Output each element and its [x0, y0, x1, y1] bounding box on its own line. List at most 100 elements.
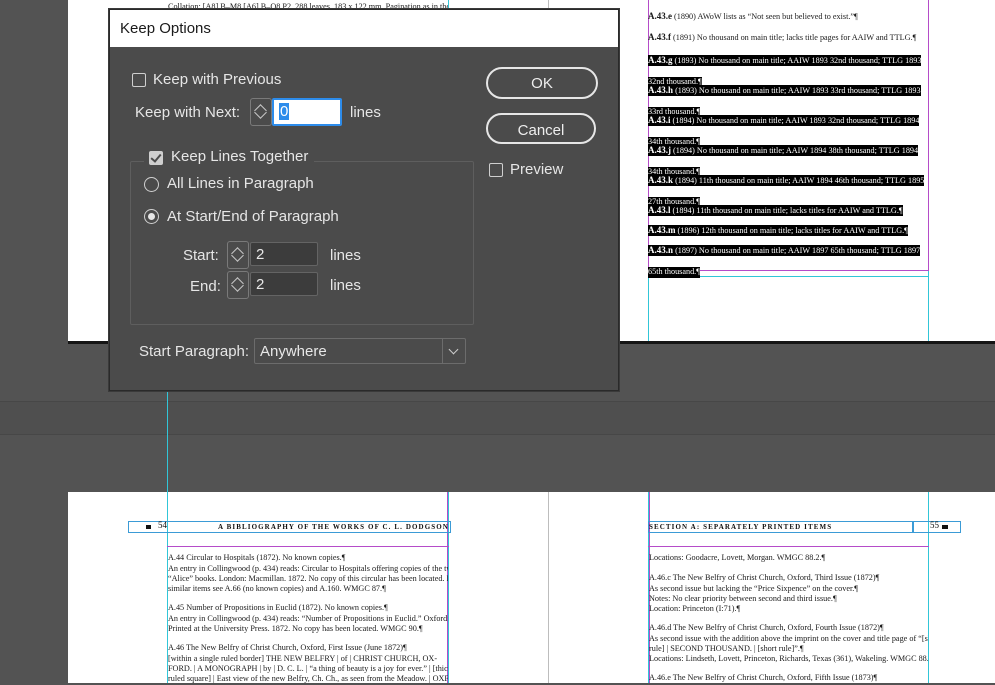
column-guide — [167, 388, 168, 683]
entry-description: (1893) No thousand on main title; AAIW 1… — [673, 85, 921, 95]
body-text-line: A.44 Circular to Hospitals (1872). No kn… — [168, 553, 346, 562]
body-text-line: An entry in Collingwood (p. 434) reads: … — [168, 614, 448, 623]
dialog-title: Keep Options — [120, 20, 211, 37]
page-number: 54 — [158, 520, 167, 530]
body-text-line: similar items see A.66 (no known copies)… — [168, 584, 386, 593]
preview-label: Preview — [510, 161, 564, 178]
page-number-marker-icon — [146, 525, 151, 529]
start-unit: lines — [330, 247, 361, 264]
entry-text: A.43.e (1890) AWoW lists as “Not seen bu… — [648, 11, 928, 23]
keep-with-next-stepper[interactable] — [250, 98, 272, 126]
start-paragraph-value: Anywhere — [260, 343, 327, 360]
entry-text: A.43.h (1893) No thousand on main title;… — [648, 84, 921, 96]
entry-id: A.43.k — [648, 174, 674, 185]
body-text-line: As second issue with the addition above … — [649, 634, 928, 643]
keep-lines-together-checkbox[interactable] — [149, 151, 163, 165]
entry-text: A.43.f (1891) No thousand on main title;… — [648, 32, 928, 44]
page-number: 55 — [930, 520, 939, 530]
body-text-line: Location: Princeton (I:71).¶ — [649, 604, 741, 613]
margin-guide — [928, 0, 929, 270]
keep-with-previous-label: Keep with Previous — [153, 71, 282, 88]
entry-text: A.43.g (1893) No thousand on main title;… — [648, 54, 922, 66]
start-input[interactable]: 2 — [250, 242, 318, 266]
body-text-line: A.46 The New Belfry of Christ Church, Ox… — [168, 643, 407, 652]
ok-button[interactable]: OK — [486, 67, 598, 99]
list-item[interactable]: A.43.j (1894) No thousand on main title;… — [648, 143, 928, 178]
list-item[interactable]: A.43.h (1893) No thousand on main title;… — [648, 83, 928, 118]
keep-lines-together-label: Keep Lines Together — [171, 148, 309, 165]
body-text-line: A.46.d The New Belfry of Christ Church, … — [649, 623, 884, 632]
entry-id: A.43.e — [648, 11, 672, 21]
all-lines-label: All Lines in Paragraph — [167, 175, 314, 192]
spine-line-bottom — [548, 492, 549, 683]
entry-id: A.43.l — [648, 204, 671, 215]
list-item[interactable]: A.43.l (1894) 11th thousand on main titl… — [648, 203, 928, 216]
entry-description: (1890) AWoW lists as “Not seen but belie… — [672, 12, 858, 21]
running-head: SECTION A: SEPARATELY PRINTED ITEMS — [649, 523, 833, 531]
end-stepper[interactable] — [227, 271, 249, 299]
chevron-down-icon — [442, 339, 465, 363]
list-item[interactable]: A.43.m (1896) 12th thousand on main titl… — [648, 223, 928, 236]
end-input[interactable]: 2 — [250, 272, 318, 296]
page-number-marker-icon — [942, 525, 948, 529]
body-text-line: Locations: Goodacre, Lovett, Morgan. WMG… — [649, 553, 826, 562]
body-text-line: Notes: No clear priority between second … — [649, 594, 837, 603]
list-item[interactable]: A.43.e (1890) AWoW lists as “Not seen bu… — [648, 11, 928, 23]
body-text-line: An entry in Collingwood (p. 434) reads: … — [168, 564, 448, 573]
cancel-button[interactable]: Cancel — [486, 113, 596, 144]
body-text-line: rule] | SECOND THOUSAND. | [short rule]”… — [649, 644, 804, 653]
body-text-line: FORD. | A MONOGRAPH | by | D. C. L. | “a… — [168, 664, 448, 673]
body-text-line: [within a single ruled border] THE NEW B… — [168, 654, 438, 663]
body-text-line: Locations: Lindseth, Lovett, Princeton, … — [649, 654, 928, 663]
body-text-line: Printed at the University Press. 1872. N… — [168, 624, 423, 633]
dialog-title-bar[interactable]: Keep Options — [110, 10, 618, 47]
entry-text: A.43.j (1894) No thousand on main title;… — [648, 144, 919, 156]
entry-id: A.43.i — [648, 114, 671, 125]
list-item[interactable]: A.43.i (1894) No thousand on main title;… — [648, 113, 928, 148]
entry-id: A.43.j — [648, 144, 671, 155]
list-item[interactable]: A.43.g (1893) No thousand on main title;… — [648, 53, 928, 88]
entry-description: (1894) 11th thousand on main title; AAIW… — [673, 175, 925, 185]
entry-id: A.43.n — [648, 244, 674, 255]
list-item[interactable]: A.43.k (1894) 11th thousand on main titl… — [648, 173, 928, 208]
keep-with-previous-checkbox[interactable] — [132, 73, 146, 87]
keep-with-next-unit: lines — [350, 104, 381, 121]
spread-gap-band — [0, 401, 995, 435]
entry-description: (1894) No thousand on main title; AAIW 1… — [670, 115, 920, 125]
body-text-line: ruled square] | East view of the new Bel… — [168, 674, 448, 683]
entry-text: A.43.n (1897) No thousand on main title;… — [648, 244, 921, 256]
keep-with-next-label: Keep with Next: — [135, 104, 241, 121]
end-unit: lines — [330, 277, 361, 294]
entry-id: A.43.g — [648, 54, 673, 65]
keep-options-dialog: Keep Options Keep with Previous Keep wit… — [109, 9, 619, 391]
entry-description: (1894) No thousand on main title; AAIW 1… — [671, 145, 919, 155]
margin-guide — [648, 546, 929, 547]
start-stepper[interactable] — [227, 241, 249, 269]
preview-checkbox[interactable] — [489, 163, 503, 177]
entry-text: A.43.l (1894) 11th thousand on main titl… — [648, 204, 903, 216]
entry-continuation: 65th thousand.¶ — [648, 267, 700, 278]
entry-description: (1893) No thousand on main title; AAIW 1… — [672, 55, 922, 65]
entry-id: A.43.m — [648, 224, 676, 235]
keep-with-next-input[interactable]: 0 — [272, 98, 342, 126]
margin-guide — [167, 546, 449, 547]
running-head: A BIBLIOGRAPHY OF THE WORKS OF C. L. DOD… — [218, 523, 449, 531]
list-item[interactable]: A.43.n (1897) No thousand on main title;… — [648, 243, 928, 278]
entry-id: A.43.f — [648, 32, 671, 42]
start-label: Start: — [183, 247, 219, 264]
list-item[interactable]: A.43.f (1891) No thousand on main title;… — [648, 32, 928, 44]
at-start-end-radio[interactable] — [144, 209, 159, 224]
at-start-end-label: At Start/End of Paragraph — [167, 208, 339, 225]
entry-description: (1897) No thousand on main title; AAIW 1… — [673, 245, 921, 255]
body-text-line: A.46.e The New Belfry of Christ Church, … — [649, 673, 878, 682]
entry-text: A.43.i (1894) No thousand on main title;… — [648, 114, 920, 126]
entry-text: A.43.k (1894) 11th thousand on main titl… — [648, 174, 925, 186]
start-paragraph-dropdown[interactable]: Anywhere — [254, 338, 466, 364]
start-paragraph-label: Start Paragraph: — [139, 343, 250, 360]
body-text-line: A.45 Number of Propositions in Euclid (1… — [168, 603, 388, 612]
body-text-line: A.46.c The New Belfry of Christ Church, … — [649, 573, 880, 582]
entry-description: (1894) 11th thousand on main title; lack… — [670, 205, 903, 215]
entry-text: A.43.m (1896) 12th thousand on main titl… — [648, 224, 908, 236]
all-lines-radio[interactable] — [144, 177, 159, 192]
body-text-line: “Alice” books. London: Macmillan. 1872. … — [168, 574, 448, 583]
